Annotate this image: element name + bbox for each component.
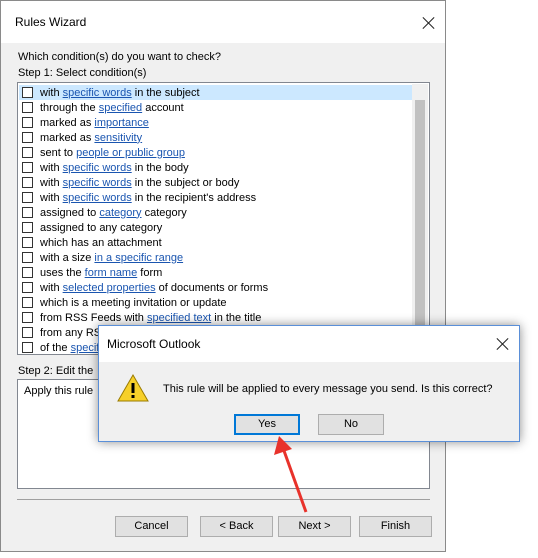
no-button[interactable]: No xyxy=(318,414,384,435)
condition-text: form xyxy=(137,266,163,279)
condition-text: of documents or forms xyxy=(155,281,269,294)
condition-link[interactable]: specific words xyxy=(63,162,132,174)
condition-text: in the recipient's address xyxy=(131,191,257,204)
condition-text: with xyxy=(40,281,63,294)
divider xyxy=(17,499,430,500)
warning-icon xyxy=(117,374,149,402)
condition-checkbox[interactable] xyxy=(22,117,33,128)
condition-row[interactable]: with a size in a specific range xyxy=(19,250,412,265)
yes-button[interactable]: Yes xyxy=(234,414,300,435)
title-bar: Rules Wizard xyxy=(1,1,445,43)
condition-text: assigned to any category xyxy=(40,221,163,234)
condition-text: through the xyxy=(40,101,99,114)
condition-checkbox[interactable] xyxy=(22,327,33,338)
outlook-message-box: Microsoft Outlook This rule will be appl… xyxy=(98,325,520,442)
vertical-scrollbar[interactable] xyxy=(412,84,428,353)
condition-checkbox[interactable] xyxy=(22,297,33,308)
condition-link[interactable]: form name xyxy=(85,267,138,279)
condition-text: sent to xyxy=(40,146,77,159)
condition-row[interactable]: which has an attachment xyxy=(19,235,412,250)
condition-row[interactable]: uses the form name form xyxy=(19,265,412,280)
next-button[interactable]: Next > xyxy=(278,516,351,537)
condition-link[interactable]: importance xyxy=(94,117,148,129)
condition-link[interactable]: in a specific range xyxy=(94,252,183,264)
rules-wizard-window: Rules Wizard Which condition(s) do you w… xyxy=(0,0,446,552)
condition-text: with xyxy=(40,161,63,174)
condition-text: marked as xyxy=(40,116,95,129)
condition-checkbox[interactable] xyxy=(22,87,33,98)
condition-text: with a size xyxy=(40,251,95,264)
condition-row[interactable]: sent to people or public group xyxy=(19,145,412,160)
condition-text: uses the xyxy=(40,266,85,279)
condition-text: of the xyxy=(40,341,71,354)
condition-link[interactable]: selected properties xyxy=(63,282,156,294)
condition-checkbox[interactable] xyxy=(22,162,33,173)
condition-text: with xyxy=(40,191,63,204)
condition-text: account xyxy=(142,101,184,114)
condition-checkbox[interactable] xyxy=(22,312,33,323)
condition-text: in the subject xyxy=(131,86,200,99)
condition-checkbox[interactable] xyxy=(22,207,33,218)
close-icon[interactable] xyxy=(495,336,511,352)
condition-text: which is a meeting invitation or update xyxy=(40,296,227,309)
condition-checkbox[interactable] xyxy=(22,252,33,263)
message-box-title: Microsoft Outlook xyxy=(107,337,201,351)
condition-checkbox[interactable] xyxy=(22,282,33,293)
condition-row[interactable]: from RSS Feeds with specified text in th… xyxy=(19,310,412,325)
condition-row[interactable]: which is a meeting invitation or update xyxy=(19,295,412,310)
step2-label: Step 2: Edit the xyxy=(18,365,94,377)
condition-row[interactable]: with specific words in the recipient's a… xyxy=(19,190,412,205)
condition-checkbox[interactable] xyxy=(22,132,33,143)
condition-checkbox[interactable] xyxy=(22,177,33,188)
condition-link[interactable]: specific words xyxy=(63,177,132,189)
condition-checkbox[interactable] xyxy=(22,147,33,158)
message-box-title-bar: Microsoft Outlook xyxy=(99,326,519,362)
condition-checkbox[interactable] xyxy=(22,192,33,203)
condition-text: marked as xyxy=(40,131,95,144)
condition-row[interactable]: with specific words in the subject xyxy=(19,85,412,100)
condition-checkbox[interactable] xyxy=(22,222,33,233)
question-label: Which condition(s) do you want to check? xyxy=(18,51,221,63)
condition-link[interactable]: category xyxy=(99,207,141,219)
condition-row[interactable]: through the specified account xyxy=(19,100,412,115)
condition-text: in the body xyxy=(131,161,189,174)
condition-row[interactable]: marked as sensitivity xyxy=(19,130,412,145)
condition-row[interactable]: marked as importance xyxy=(19,115,412,130)
condition-link[interactable]: specified text xyxy=(147,312,211,324)
condition-link[interactable]: specific words xyxy=(63,87,132,99)
condition-text: in the title xyxy=(211,311,262,324)
window-title: Rules Wizard xyxy=(15,15,87,29)
condition-row[interactable]: with selected properties of documents or… xyxy=(19,280,412,295)
condition-row[interactable]: with specific words in the subject or bo… xyxy=(19,175,412,190)
cancel-button[interactable]: Cancel xyxy=(115,516,188,537)
condition-row[interactable]: assigned to category category xyxy=(19,205,412,220)
close-icon[interactable] xyxy=(421,15,437,31)
condition-link[interactable]: specific words xyxy=(63,192,132,204)
scrollbar-thumb[interactable] xyxy=(415,100,425,335)
rule-description-text: Apply this rule xyxy=(24,385,94,397)
condition-checkbox[interactable] xyxy=(22,342,33,353)
finish-button[interactable]: Finish xyxy=(359,516,432,537)
condition-link[interactable]: sensitivity xyxy=(94,132,142,144)
condition-checkbox[interactable] xyxy=(22,102,33,113)
conditions-list[interactable]: with specific words in the subject throug… xyxy=(17,82,430,355)
condition-text: from RSS Feeds with xyxy=(40,311,147,324)
condition-checkbox[interactable] xyxy=(22,267,33,278)
condition-text: category xyxy=(141,206,187,219)
condition-text: with xyxy=(40,86,63,99)
condition-text: in the subject or body xyxy=(131,176,240,189)
condition-link[interactable]: specified xyxy=(99,102,142,114)
condition-row[interactable]: with specific words in the body xyxy=(19,160,412,175)
message-text: This rule will be applied to every messa… xyxy=(163,383,493,395)
condition-text: assigned to xyxy=(40,206,100,219)
condition-text: with xyxy=(40,176,63,189)
condition-checkbox[interactable] xyxy=(22,237,33,248)
condition-row[interactable]: assigned to any category xyxy=(19,220,412,235)
condition-link[interactable]: people or public group xyxy=(76,147,185,159)
step1-label: Step 1: Select condition(s) xyxy=(18,67,147,79)
condition-text: which has an attachment xyxy=(40,236,162,249)
back-button[interactable]: < Back xyxy=(200,516,273,537)
